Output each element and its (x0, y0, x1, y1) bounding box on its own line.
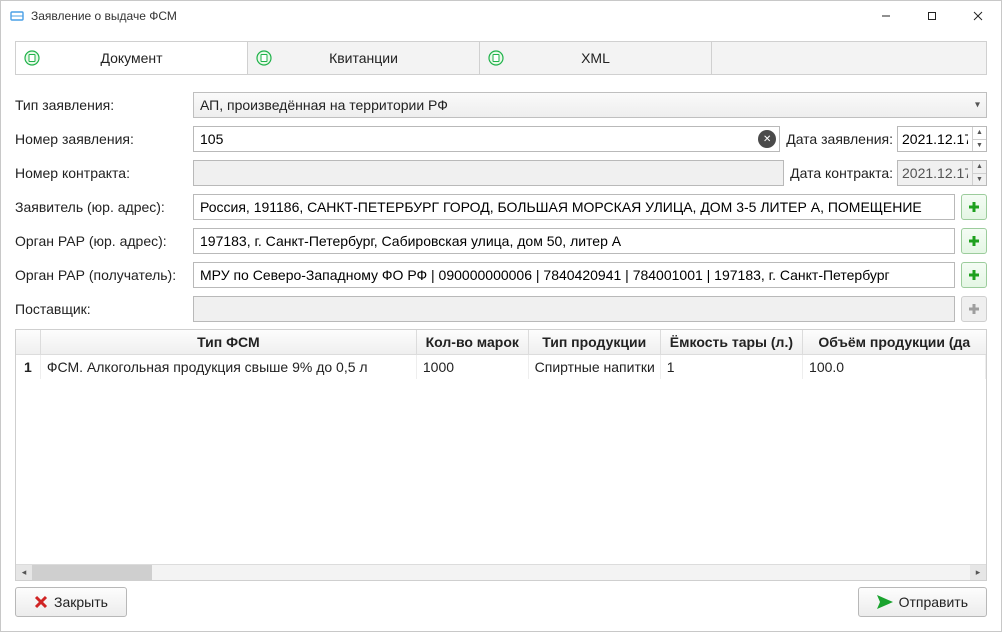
date-spinner[interactable]: ▲▼ (972, 161, 986, 185)
send-icon (877, 595, 893, 609)
label-contract-date: Дата контракта: (790, 165, 893, 181)
add-rar-recipient-button[interactable] (961, 262, 987, 288)
label-app-number: Номер заявления: (15, 131, 187, 147)
label-app-type: Тип заявления: (15, 97, 187, 113)
maximize-button[interactable] (909, 1, 955, 31)
cell-type-fsm: ФСМ. Алкогольная продукция свыше 9% до 0… (40, 355, 416, 380)
app-number-input[interactable] (193, 126, 780, 152)
table-row[interactable]: 1 ФСМ. Алкогольная продукция свыше 9% до… (16, 355, 986, 380)
label-supplier: Поставщик: (15, 301, 187, 317)
tab-document[interactable]: Документ (16, 42, 248, 74)
contract-date-value[interactable] (898, 165, 972, 181)
doc-icon (488, 50, 504, 66)
app-type-select[interactable]: АП, произведённая на территории РФ ▾ (193, 92, 987, 118)
date-spinner[interactable]: ▲▼ (972, 127, 986, 151)
tab-label: Документ (100, 50, 162, 66)
doc-icon (24, 50, 40, 66)
scroll-left-icon[interactable]: ◂ (16, 565, 32, 580)
clear-icon[interactable]: ✕ (758, 130, 776, 148)
footer: Закрыть Отправить (15, 587, 987, 617)
label-contract-number: Номер контракта: (15, 165, 187, 181)
col-rownum (16, 330, 40, 355)
app-icon (9, 8, 25, 24)
col-capacity[interactable]: Ёмкость тары (л.) (660, 330, 802, 355)
applicant-input[interactable] (193, 194, 955, 220)
horizontal-scrollbar[interactable]: ◂ ▸ (16, 564, 986, 580)
chevron-down-icon[interactable]: ▼ (973, 174, 986, 186)
app-date-input[interactable]: ▲▼ (897, 126, 987, 152)
scrollbar-thumb[interactable] (32, 565, 152, 580)
label-applicant: Заявитель (юр. адрес): (15, 199, 187, 215)
chevron-down-icon[interactable]: ▼ (973, 140, 986, 152)
label-app-date: Дата заявления: (786, 131, 893, 147)
send-button[interactable]: Отправить (858, 587, 987, 617)
titlebar: Заявление о выдаче ФСМ (1, 1, 1001, 31)
tab-label: Квитанции (329, 50, 398, 66)
supplier-input[interactable] (193, 296, 955, 322)
app-date-value[interactable] (898, 131, 972, 147)
cell-volume: 100.0 (803, 355, 986, 380)
label-rar-recipient: Орган РАР (получатель): (15, 267, 187, 283)
scroll-right-icon[interactable]: ▸ (970, 565, 986, 580)
cell-prod-type: Спиртные напитки (528, 355, 660, 380)
add-applicant-button[interactable] (961, 194, 987, 220)
fsm-table: Тип ФСМ Кол-во марок Тип продукции Ёмкос… (15, 329, 987, 581)
rar-addr-input[interactable] (193, 228, 955, 254)
tab-receipts[interactable]: Квитанции (248, 42, 480, 74)
add-rar-addr-button[interactable] (961, 228, 987, 254)
rar-recipient-input[interactable] (193, 262, 955, 288)
close-icon (34, 595, 48, 609)
app-type-value: АП, произведённая на территории РФ (200, 97, 448, 113)
chevron-up-icon[interactable]: ▲ (973, 127, 986, 140)
close-button[interactable]: Закрыть (15, 587, 127, 617)
close-window-button[interactable] (955, 1, 1001, 31)
col-volume[interactable]: Объём продукции (да (803, 330, 986, 355)
contract-number-input[interactable] (193, 160, 784, 186)
window: Заявление о выдаче ФСМ Документ Квитанци… (0, 0, 1002, 632)
doc-icon (256, 50, 272, 66)
col-qty[interactable]: Кол-во марок (416, 330, 528, 355)
contract-date-input[interactable]: ▲▼ (897, 160, 987, 186)
col-type-fsm[interactable]: Тип ФСМ (40, 330, 416, 355)
tab-xml[interactable]: XML (480, 42, 712, 74)
cell-rownum: 1 (16, 355, 40, 380)
minimize-button[interactable] (863, 1, 909, 31)
cell-qty: 1000 (416, 355, 528, 380)
chevron-up-icon[interactable]: ▲ (973, 161, 986, 174)
tab-label: XML (581, 50, 610, 66)
chevron-down-icon: ▾ (975, 100, 980, 111)
window-title: Заявление о выдаче ФСМ (31, 9, 863, 23)
label-rar-addr: Орган РАР (юр. адрес): (15, 233, 187, 249)
tabs: Документ Квитанции XML (15, 41, 987, 75)
add-supplier-button (961, 296, 987, 322)
send-button-label: Отправить (899, 594, 968, 610)
close-button-label: Закрыть (54, 594, 108, 610)
cell-capacity: 1 (660, 355, 802, 380)
client-area: Документ Квитанции XML Тип заявления: АП… (1, 31, 1001, 631)
col-prod-type[interactable]: Тип продукции (528, 330, 660, 355)
